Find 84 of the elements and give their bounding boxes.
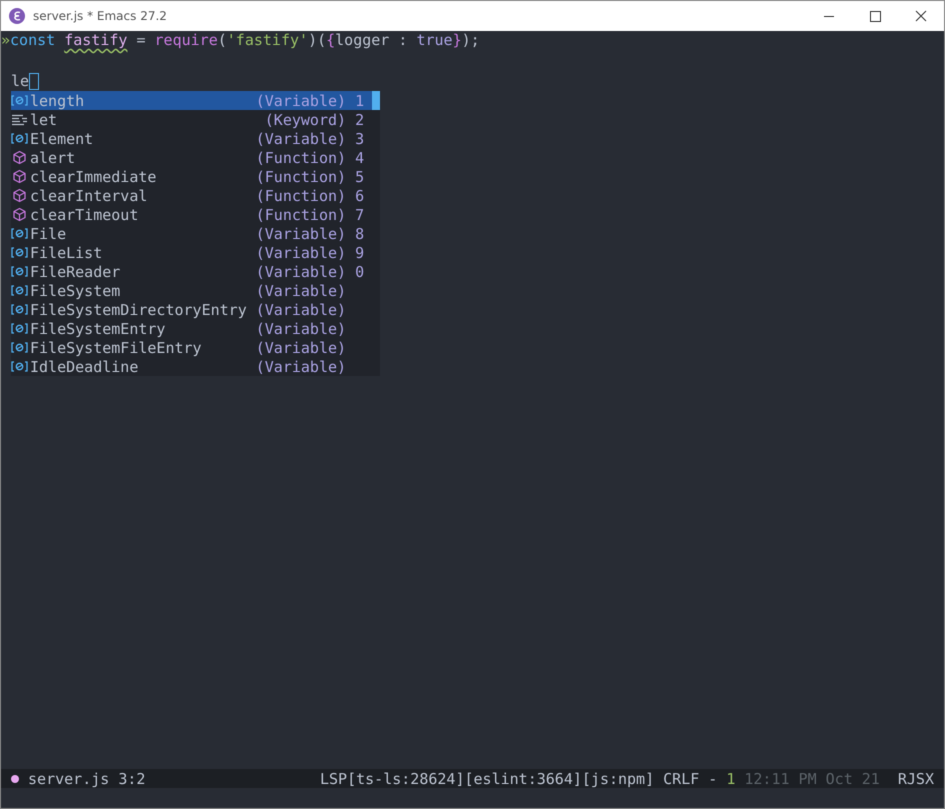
- completion-type: (Variable): [256, 224, 346, 242]
- shortcut-number: 8: [355, 224, 364, 242]
- completion-label: clearTimeout: [30, 206, 140, 224]
- completion-label: FileList: [30, 244, 104, 262]
- completion-label: length: [30, 92, 86, 110]
- completion-item[interactable]: let (Keyword) 2: [11, 110, 380, 129]
- file-name: server.js: [28, 770, 110, 788]
- variable-icon: [11, 245, 28, 260]
- completion-item[interactable]: IdleDeadline (Variable): [11, 357, 380, 376]
- completion-item[interactable]: clearTimeout (Function) 7: [11, 205, 380, 224]
- variable-icon: [11, 283, 28, 298]
- line-ending: CRLF: [663, 770, 700, 788]
- clock-text: 12:11 PM Oct 21: [744, 770, 880, 788]
- completion-type: (Variable): [256, 262, 346, 280]
- completion-label: FileSystemDirectoryEntry: [30, 300, 247, 318]
- completion-label: alert: [30, 148, 76, 166]
- completion-item[interactable]: FileSystem (Variable): [11, 281, 380, 300]
- input-text: le: [11, 72, 30, 91]
- completion-label: FileSystemFileEntry: [30, 338, 203, 356]
- completion-item[interactable]: FileList (Variable) 9: [11, 243, 380, 262]
- completion-type: (Variable): [256, 92, 346, 110]
- cube-icon: [11, 188, 28, 203]
- keyword-icon: [11, 112, 28, 127]
- completion-type: (Function): [256, 186, 346, 204]
- cursor-position: 3:2: [118, 770, 146, 788]
- completion-item[interactable]: FileSystemEntry (Variable): [11, 319, 380, 338]
- completion-type: (Function): [256, 206, 346, 224]
- completion-label: FileReader: [30, 262, 122, 280]
- major-mode: RJSX: [898, 770, 934, 788]
- code-line: »const fastify = require('fastify')({logger : true});: [1, 31, 481, 50]
- completion-item[interactable]: Element (Variable) 3: [11, 129, 380, 148]
- completion-type: (Variable): [256, 300, 346, 318]
- completion-label: let: [30, 110, 58, 128]
- lsp-status: LSP[ts-ls:28624][eslint:3664][js:npm]: [320, 770, 654, 788]
- completion-item[interactable]: clearInterval (Function) 6: [11, 186, 380, 205]
- shortcut-number: 2: [355, 110, 364, 128]
- completion-item[interactable]: alert (Function) 4: [11, 148, 380, 167]
- variable-icon: [11, 93, 28, 108]
- completion-label: IdleDeadline: [30, 358, 140, 376]
- window-title: server.js * Emacs 27.2: [33, 9, 168, 23]
- completion-item[interactable]: File (Variable) 8: [11, 224, 380, 243]
- completion-label: File: [30, 224, 68, 242]
- completion-label: clearImmediate: [30, 168, 158, 186]
- variable-icon: [11, 264, 28, 279]
- separator-text: -: [708, 770, 718, 788]
- completion-label: clearInterval: [30, 186, 148, 204]
- shortcut-number: 3: [355, 130, 364, 148]
- completion-item[interactable]: FileSystemDirectoryEntry (Variable): [11, 300, 380, 319]
- completion-type: (Variable): [256, 282, 346, 300]
- variable-icon: [11, 302, 28, 317]
- completion-type: (Variable): [256, 320, 346, 338]
- completion-type: (Variable): [256, 244, 346, 262]
- completion-type: (Keyword): [264, 110, 346, 128]
- completion-item[interactable]: length (Variable) 1: [11, 91, 380, 110]
- completion-item[interactable]: FileReader (Variable) 0: [11, 262, 380, 281]
- completion-label: FileSystemEntry: [30, 320, 166, 338]
- completion-type: (Variable): [256, 338, 346, 356]
- variable-icon: [11, 359, 28, 374]
- variable-icon: [11, 226, 28, 241]
- completion-label: Element: [30, 130, 94, 148]
- scrollbar-thumb[interactable]: [372, 91, 380, 110]
- shortcut-number: 0: [355, 262, 364, 280]
- cube-icon: [11, 169, 28, 184]
- variable-icon: [11, 131, 28, 146]
- shortcut-number: 4: [355, 148, 364, 166]
- completion-type: (Function): [256, 168, 346, 186]
- shortcut-number: 1: [355, 92, 364, 110]
- variable-icon: [11, 321, 28, 336]
- app-logo-icon: [9, 8, 25, 24]
- shortcut-number: 5: [355, 168, 364, 186]
- shortcut-number: 7: [355, 206, 364, 224]
- completion-type: (Function): [256, 148, 346, 166]
- error-count: 1: [726, 770, 736, 788]
- shortcut-number: 9: [355, 244, 364, 262]
- completion-item[interactable]: FileSystemFileEntry (Variable): [11, 338, 380, 357]
- completion-item[interactable]: clearImmediate (Function) 5: [11, 167, 380, 186]
- completion-type: (Variable): [256, 130, 346, 148]
- cube-icon: [11, 150, 28, 165]
- completion-label: FileSystem: [30, 282, 122, 300]
- completion-type: (Variable): [256, 358, 346, 376]
- text-cursor: [29, 73, 40, 90]
- variable-icon: [11, 340, 28, 355]
- shortcut-number: 6: [355, 186, 364, 204]
- cube-icon: [11, 207, 28, 222]
